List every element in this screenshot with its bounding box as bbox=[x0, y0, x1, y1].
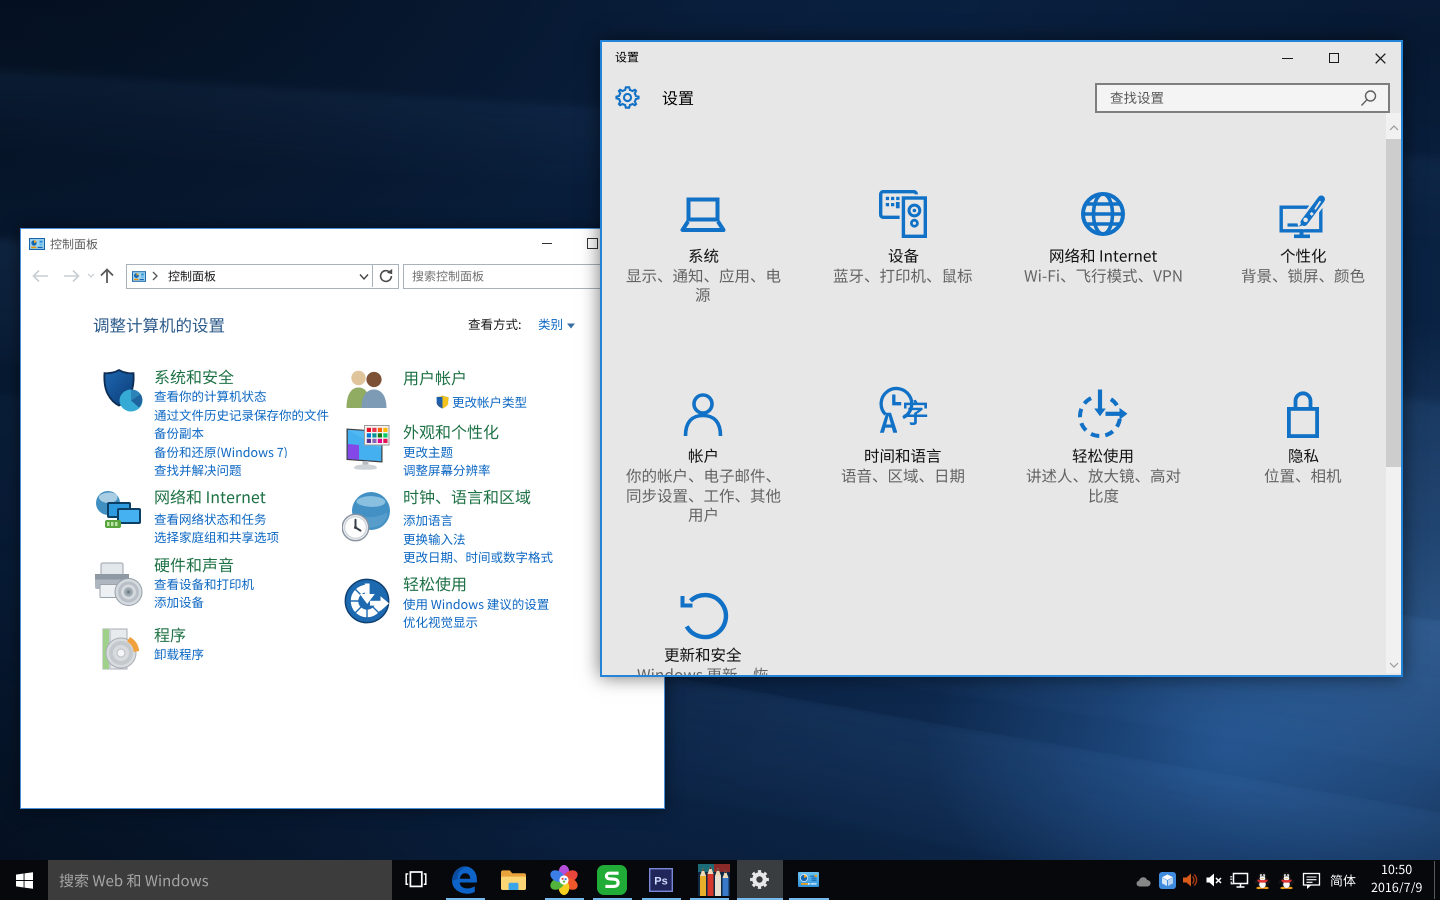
svg-text:Ps: Ps bbox=[654, 876, 667, 888]
